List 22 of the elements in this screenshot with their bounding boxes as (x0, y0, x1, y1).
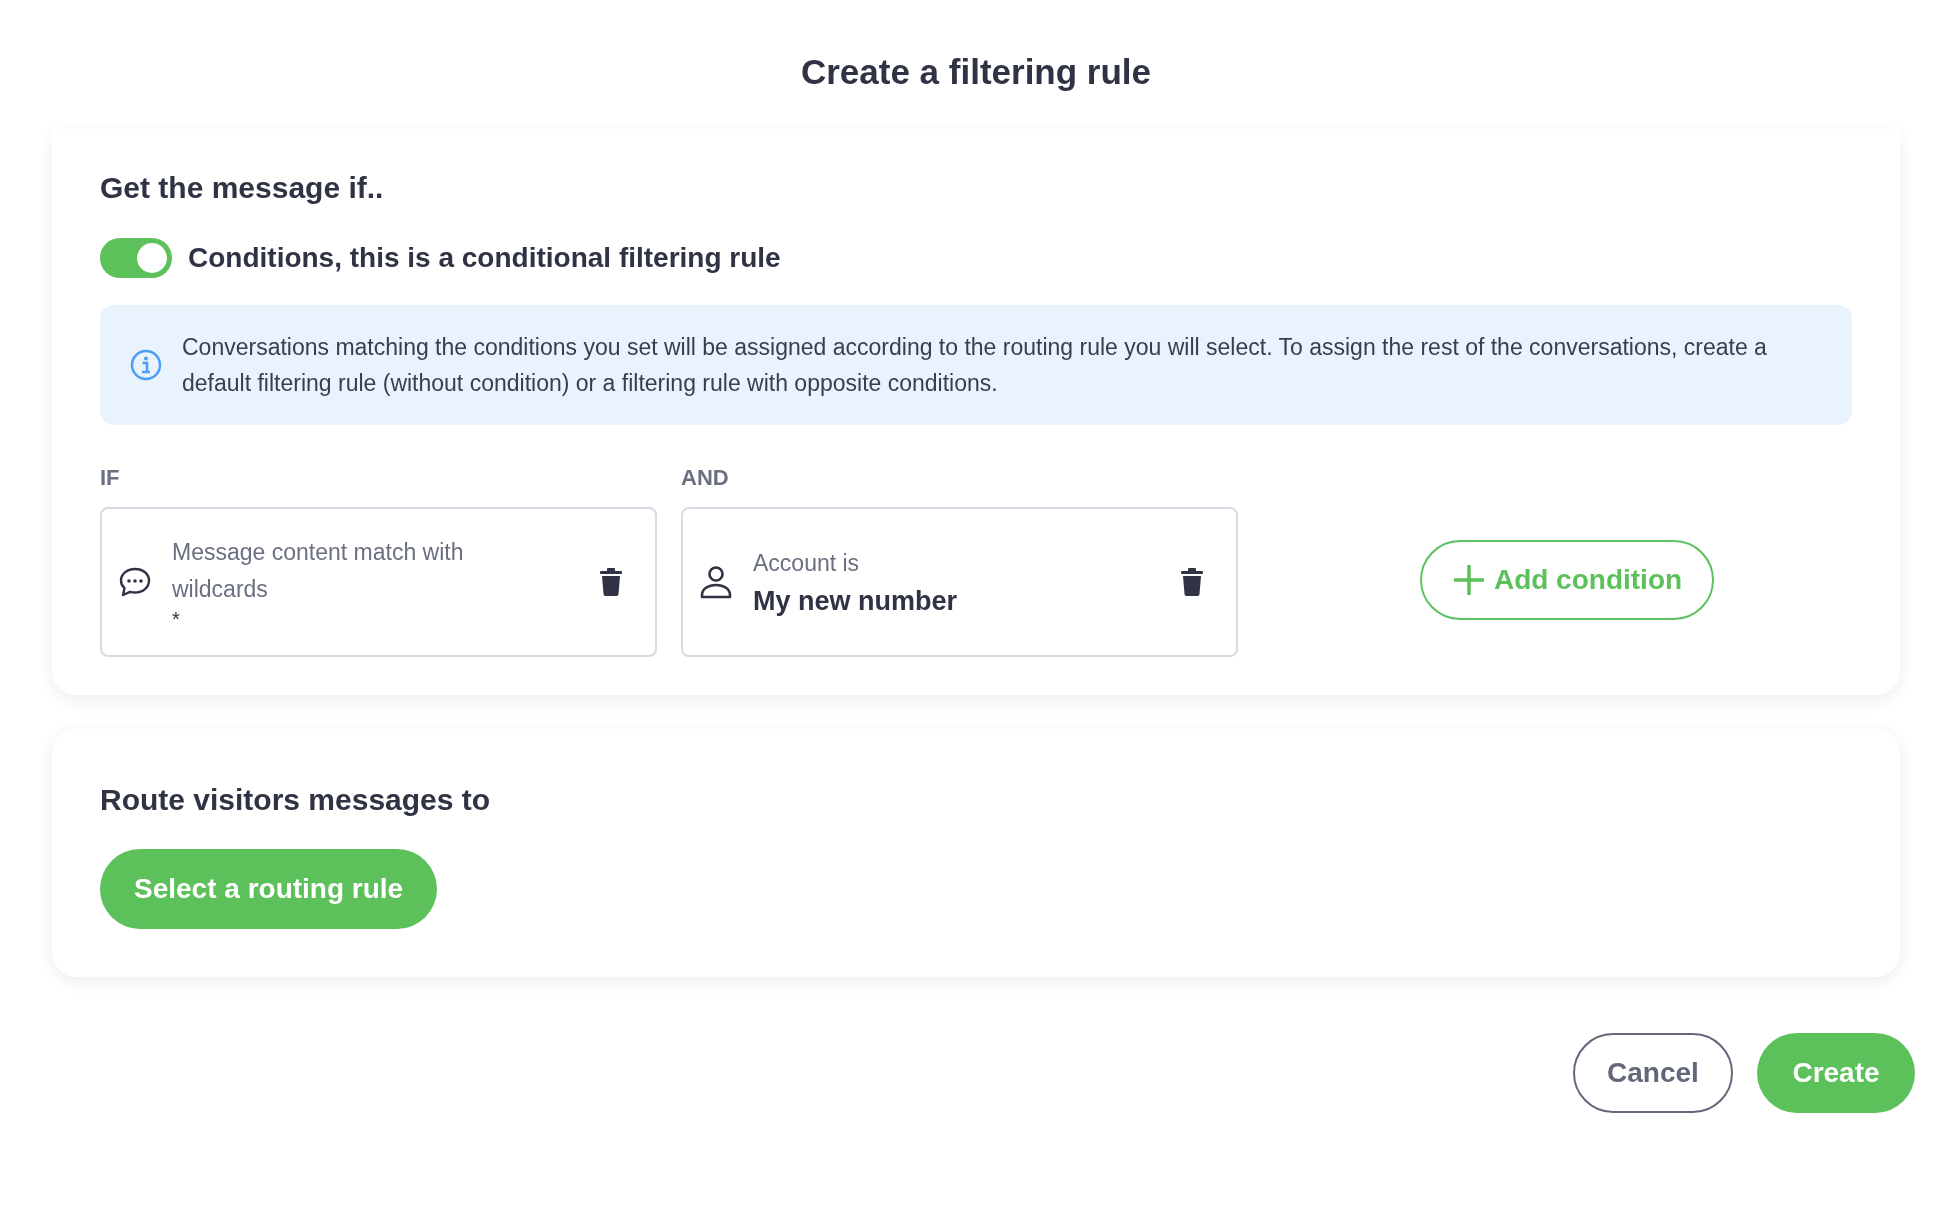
add-condition-button[interactable]: Add condition (1419, 540, 1715, 620)
dialog-title: Create a filtering rule (799, 51, 1153, 93)
condition-value: My new number (753, 584, 959, 618)
trash-icon[interactable] (599, 568, 623, 596)
condition-title: Account is (753, 548, 861, 578)
info-icon (130, 349, 162, 381)
create-button[interactable]: Create (1757, 1033, 1915, 1113)
condition-label: AND (681, 467, 730, 489)
person-icon (699, 564, 733, 600)
section-heading: Get the message if.. (100, 173, 385, 203)
plus-icon (1451, 563, 1486, 597)
select-routing-rule-button[interactable]: Select a routing rule (100, 849, 438, 929)
condition-value: * (172, 608, 181, 630)
condition-title: Message content match with wildcards (172, 538, 465, 604)
condition-label: IF (100, 467, 121, 489)
section-heading: Route visitors messages to (100, 785, 492, 815)
info-text: Conversations matching the conditions you set will be assigned according to the routing rule you will select. To assign the rest of the conversations, create a default filtering rule (without condition) or a filtering rule with opposite conditions. (182, 333, 1768, 398)
trash-icon[interactable] (1180, 568, 1204, 596)
cancel-button[interactable]: Cancel (1573, 1033, 1733, 1113)
toggle-switch[interactable] (100, 238, 172, 278)
speech-bubble-icon (118, 566, 152, 598)
toggle-label: Conditions, this is a conditional filtering rule (188, 241, 781, 275)
